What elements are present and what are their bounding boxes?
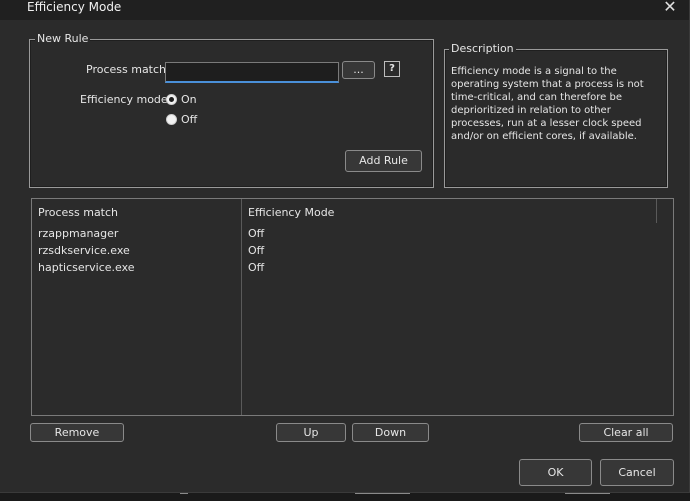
on-radio-label[interactable]: On [181, 93, 197, 107]
rules-table[interactable]: Process match Efficiency Mode rzappmanag… [31, 198, 674, 416]
down-button[interactable]: Down [352, 423, 429, 442]
process-match-input[interactable] [165, 62, 339, 83]
table-row-3-process[interactable]: hapticservice.exe [38, 261, 135, 275]
process-match-label: Process match: [86, 63, 170, 76]
column-header-efficiency-mode[interactable]: Efficiency Mode [248, 206, 334, 219]
clear-all-button[interactable]: Clear all [579, 423, 673, 442]
off-radio[interactable] [166, 114, 177, 125]
column-separator[interactable] [241, 199, 242, 415]
title-bar: Efficiency Mode ✕ [0, 0, 689, 20]
help-icon[interactable]: ? [384, 61, 400, 77]
table-row-1-process[interactable]: rzappmanager [38, 227, 118, 241]
header-end-separator [656, 199, 657, 223]
efficiency-mode-dialog: Efficiency Mode ✕ New Rule Process match… [0, 0, 690, 493]
ok-button[interactable]: OK [519, 459, 592, 486]
browse-button[interactable]: ... [342, 61, 375, 79]
table-row-1-mode[interactable]: Off [248, 227, 264, 241]
remove-button[interactable]: Remove [30, 423, 124, 442]
background-app-bottom [0, 492, 690, 501]
off-radio-label[interactable]: Off [181, 113, 197, 127]
new-rule-legend: New Rule [35, 32, 91, 46]
window-title: Efficiency Mode [27, 0, 122, 14]
on-radio[interactable] [166, 94, 177, 105]
cancel-button[interactable]: Cancel [600, 459, 674, 486]
description-legend: Description [449, 42, 516, 56]
description-text: Efficiency mode is a signal to the opera… [451, 66, 644, 142]
table-row-2-mode[interactable]: Off [248, 244, 264, 258]
table-row-3-mode[interactable]: Off [248, 261, 264, 275]
table-row-2-process[interactable]: rzsdkservice.exe [38, 244, 130, 258]
efficiency-mode-label: Efficiency mode: [80, 93, 172, 106]
up-button[interactable]: Up [276, 423, 346, 442]
column-header-process-match[interactable]: Process match [38, 206, 118, 219]
add-rule-button[interactable]: Add Rule [345, 150, 422, 172]
close-icon[interactable]: ✕ [656, 0, 684, 17]
